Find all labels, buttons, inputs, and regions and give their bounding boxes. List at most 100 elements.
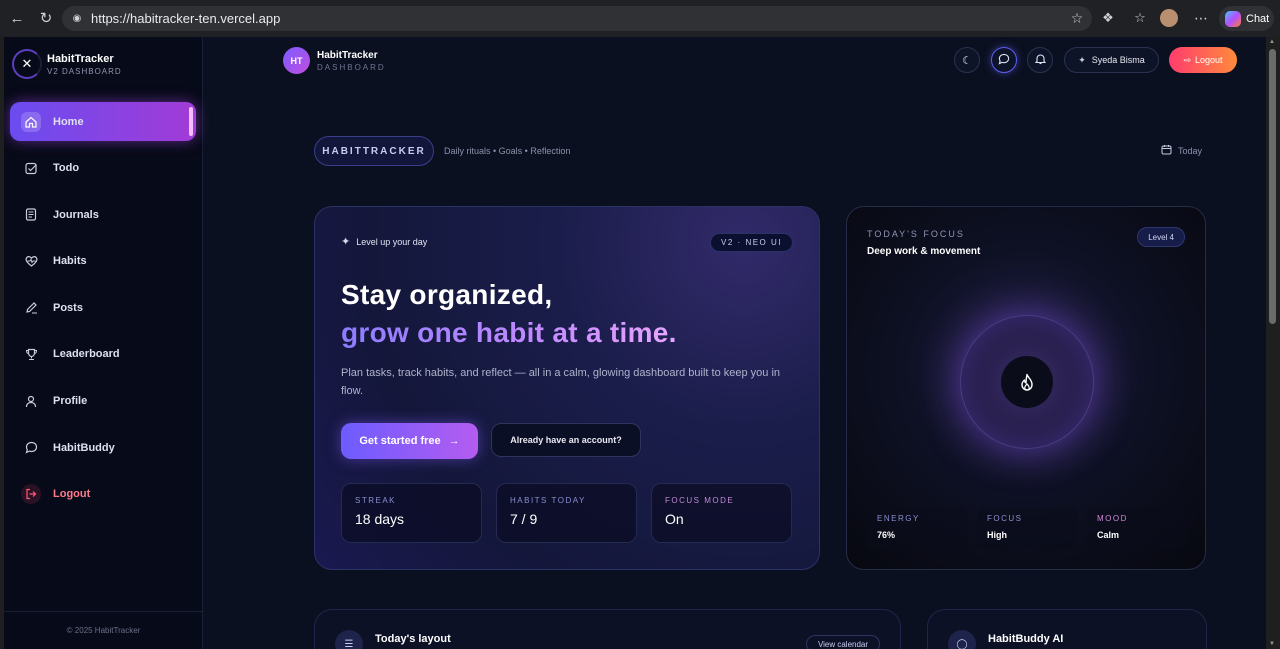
eyebrow-text: Level up your day: [356, 236, 428, 247]
sign-in-button[interactable]: Already have an account?: [491, 423, 641, 457]
more-menu-icon[interactable]: ⋯: [1190, 7, 1212, 29]
journal-icon: [23, 207, 39, 223]
back-icon[interactable]: ←: [6, 7, 28, 29]
logout-icon: ⇨: [1183, 54, 1191, 65]
sidebar-item-leaderboard[interactable]: Leaderboard: [10, 335, 196, 374]
arrow-right-icon: →: [448, 435, 460, 447]
todays-layout-card: ☰ Today's layout View calendar: [314, 609, 901, 649]
focus-label: TODAY'S FOCUS: [867, 229, 965, 239]
sidebar-header: ✕ HabitTracker V2 DASHBOARD: [12, 49, 122, 79]
theme-toggle-button[interactable]: ☾: [954, 47, 980, 73]
sidebar-item-journals[interactable]: Journals: [10, 195, 196, 234]
app-page: ✕ HabitTracker V2 DASHBOARD Home Todo Jo…: [4, 37, 1266, 649]
get-started-button[interactable]: Get started free →: [341, 423, 478, 459]
address-bar[interactable]: ◉ https://habitracker-ten.vercel.app: [62, 6, 1092, 31]
pen-icon: [23, 300, 39, 316]
sidebar-item-logout[interactable]: Logout: [10, 475, 196, 514]
profile-avatar[interactable]: [1158, 7, 1180, 29]
bell-icon: [1034, 53, 1046, 68]
stat-label: STREAK: [355, 496, 397, 505]
url-text[interactable]: https://habitracker-ten.vercel.app: [91, 11, 280, 26]
extensions-icon[interactable]: ❖: [1097, 7, 1119, 29]
sidebar-item-posts[interactable]: Posts: [10, 288, 196, 327]
scroll-down-icon[interactable]: ▼: [1269, 641, 1275, 647]
logout-button[interactable]: ⇨ Logout: [1169, 47, 1237, 73]
stat-value: 76%: [877, 530, 896, 540]
headline-gradient: grow one habit at a time.: [341, 315, 677, 351]
view-calendar-button[interactable]: View calendar: [806, 635, 880, 649]
hero-eyebrow: ✦ Level up your day: [341, 235, 427, 248]
level-badge: Level 4: [1137, 227, 1185, 247]
user-name: Syeda Bisma: [1091, 55, 1145, 65]
main-content: HABITTRACKER Daily rituals • Goals • Ref…: [203, 84, 1266, 649]
section-pill: HABITTRACKER: [314, 136, 434, 166]
brand-subtitle: DASHBOARD: [317, 62, 386, 72]
sidebar-item-profile[interactable]: Profile: [10, 382, 196, 421]
stat-label: HABITS TODAY: [510, 496, 586, 505]
scroll-up-icon[interactable]: ▲: [1269, 39, 1275, 45]
sidebar-item-todo[interactable]: Todo: [10, 149, 196, 188]
refresh-icon[interactable]: ↻: [35, 7, 57, 29]
ai-title: HabitBuddy AI: [988, 633, 1064, 645]
sidebar-subtitle: V2 DASHBOARD: [47, 66, 122, 76]
chat-bubble-icon: [23, 440, 39, 456]
copilot-icon: [1225, 10, 1241, 27]
sidebar-item-habits[interactable]: Habits: [10, 242, 196, 281]
sidebar-item-home[interactable]: Home: [10, 102, 196, 141]
site-info-icon[interactable]: ◉: [70, 12, 84, 26]
home-icon: [21, 111, 41, 132]
logout-icon: [21, 484, 41, 505]
user-menu-button[interactable]: ✦ Syeda Bisma: [1064, 47, 1159, 73]
sidebar-footer: © 2025 HabitTracker: [4, 611, 203, 649]
notifications-button[interactable]: [1027, 47, 1053, 73]
chat-button[interactable]: [991, 47, 1017, 73]
stat-streak: STREAK 18 days: [341, 483, 482, 543]
sidebar-item-habitbuddy[interactable]: HabitBuddy: [10, 428, 196, 467]
sidebar-title: HabitTracker: [47, 52, 114, 65]
sidebar-item-label: Home: [53, 115, 84, 128]
stat-label: FOCUS: [987, 514, 1023, 523]
focus-orb: [960, 315, 1094, 449]
sidebar: ✕ HabitTracker V2 DASHBOARD Home Todo Jo…: [4, 37, 203, 649]
chat-bubble-icon: [998, 53, 1010, 68]
stat-focus-mode: FOCUS MODE On: [651, 483, 792, 543]
stat-value: 18 days: [355, 511, 405, 527]
sidebar-item-label: Journals: [53, 208, 99, 221]
focus-title: Deep work & movement: [867, 246, 981, 257]
checkbox-icon: [23, 160, 39, 176]
sidebar-item-label: HabitBuddy: [53, 441, 115, 454]
stat-value: Calm: [1097, 530, 1120, 540]
brand-title: HabitTracker: [317, 49, 378, 61]
sidebar-item-label: Todo: [53, 162, 80, 175]
habitbuddy-ai-card: ◯ HabitBuddy AI: [927, 609, 1207, 649]
close-sidebar-button[interactable]: ✕: [12, 49, 42, 79]
scrollbar-thumb[interactable]: [1269, 49, 1276, 324]
sidebar-item-label: Posts: [53, 301, 83, 314]
favorites-icon[interactable]: ☆: [1129, 7, 1151, 29]
tagline: Daily rituals • Goals • Reflection: [444, 146, 571, 156]
favorite-star-icon[interactable]: ☆: [1066, 7, 1088, 29]
heart-pulse-icon: [23, 253, 39, 269]
trophy-icon: [23, 346, 39, 362]
brand[interactable]: HT HabitTracker DASHBOARD: [283, 47, 386, 74]
top-bar: HT HabitTracker DASHBOARD ☾ ✦ Syeda Bism…: [203, 37, 1266, 84]
browser-toolbar: ← ↻ ◉ https://habitracker-ten.vercel.app…: [0, 0, 1280, 37]
stat-value: High: [987, 530, 1007, 540]
date-selector[interactable]: Today: [1161, 144, 1202, 158]
layout-icon: ☰: [335, 630, 363, 649]
sparkle-icon: ✦: [341, 236, 351, 248]
sidebar-item-label: Leaderboard: [53, 348, 120, 361]
hero-description: Plan tasks, track habits, and reflect — …: [341, 367, 781, 397]
stat-value: 7 / 9: [510, 511, 538, 527]
version-badge: V2 · NEO UI: [710, 233, 793, 252]
get-started-label: Get started free: [359, 435, 441, 447]
stat-habits-today: HABITS TODAY 7 / 9: [496, 483, 637, 543]
focus-stat-mood: MOOD Calm: [1087, 507, 1187, 549]
layout-title: Today's layout: [375, 633, 451, 645]
copilot-chat-button[interactable]: Chat: [1219, 6, 1274, 31]
sidebar-item-label: Habits: [53, 255, 87, 268]
focus-stat-focus: FOCUS High: [977, 507, 1077, 549]
close-icon: ✕: [21, 56, 33, 71]
page-scrollbar[interactable]: ▲ ▼: [1266, 37, 1280, 649]
hero-card: ✦ Level up your day V2 · NEO UI Stay org…: [314, 206, 820, 570]
